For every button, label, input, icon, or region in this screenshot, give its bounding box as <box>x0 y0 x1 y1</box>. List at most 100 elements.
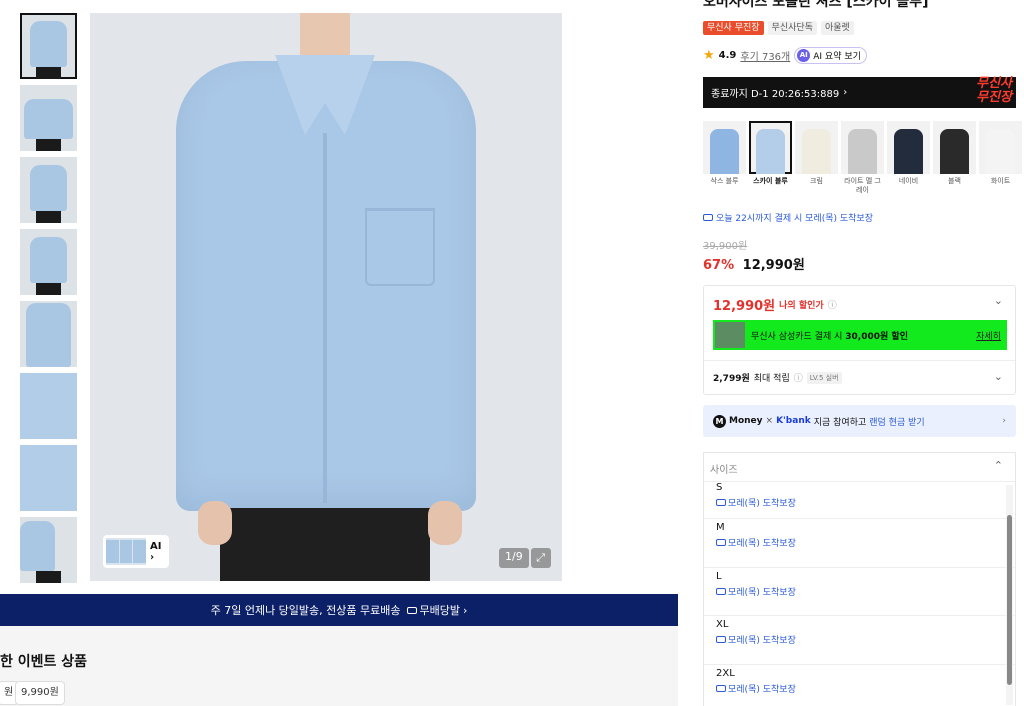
card-promo-text: 무신사 삼성카드 결제 시 <box>751 331 843 342</box>
thumbnail-4[interactable] <box>20 229 77 295</box>
size-option-delivery-text: 모레(목) 도착보장 <box>728 587 796 598</box>
event-section <box>0 626 678 706</box>
thumbnail-1[interactable] <box>20 13 77 79</box>
size-option[interactable]: XL 모레(목) 도착보장 <box>704 616 1015 665</box>
color-option-label: 크림 <box>810 177 823 185</box>
scrollbar[interactable] <box>1006 485 1013 705</box>
size-select: 사이즈 ⌃ S 모레(목) 도착보장 M 모레(목) 도착보장 L 모레(목) 도착보장 X… <box>703 452 1016 706</box>
truck-icon <box>716 587 726 595</box>
shipping-badge-label: 무배당발 <box>419 604 460 617</box>
thumbnail-3[interactable] <box>20 157 77 223</box>
event-price-chip-2[interactable]: 9,990원 <box>15 681 65 705</box>
size-option-name: L <box>716 570 722 582</box>
size-option-delivery-text: 모레(목) 도착보장 <box>728 684 796 695</box>
ai-summary-button[interactable]: AI AI 요약 보기 <box>794 47 867 64</box>
color-option-label: 삭스 블루 <box>710 177 739 185</box>
size-option-delivery: 모레(목) 도착보장 <box>716 496 1015 509</box>
kbank-promo-banner[interactable]: M Money × K'bank 지금 참여하고 랜덤 현금 받기 › <box>703 405 1016 437</box>
color-option-label: 라이트 멜 그레이 <box>844 177 881 194</box>
chevron-right-icon: › <box>1002 416 1006 426</box>
my-discount-price-row[interactable]: 12,990원 나의 할인가 ⓘ <box>713 295 837 314</box>
truck-icon <box>716 499 726 506</box>
sale-price-row: 67% 12,990원 <box>703 254 805 273</box>
money-icon: M <box>713 414 726 428</box>
chevron-down-icon[interactable]: ⌄ <box>994 370 1003 383</box>
color-option[interactable]: 스카이 블루 <box>749 121 792 195</box>
times-separator: × <box>765 416 774 426</box>
thumbnail-8[interactable] <box>20 517 77 583</box>
chevron-right-icon: › <box>150 551 155 563</box>
chevron-right-icon: › <box>843 87 848 98</box>
size-option-delivery: 모레(목) 도착보장 <box>716 585 1015 598</box>
color-option-label: 네이비 <box>898 177 919 185</box>
image-counter: 1/9 ⤢ <box>499 548 551 568</box>
size-select-header[interactable]: 사이즈 ⌃ <box>704 453 1015 482</box>
card-promo-more-link[interactable]: 자세히 <box>976 329 1001 342</box>
points-amount: 2,799원 <box>713 374 750 384</box>
thumbnail-7[interactable] <box>20 445 77 511</box>
ai-chip-label: AI <box>150 540 162 552</box>
size-option[interactable]: M 모레(목) 도착보장 <box>704 519 1015 568</box>
star-icon: ★ <box>703 48 715 63</box>
mujinjang-logo: 무신사 무진장 <box>976 76 1012 105</box>
chevron-up-icon: ⌃ <box>993 459 1003 472</box>
event-section-title: 한 이벤트 상품 <box>0 654 88 670</box>
info-icon[interactable]: ⓘ <box>794 371 803 384</box>
ai-view-chip[interactable]: AI › <box>103 535 169 568</box>
color-option[interactable]: 네이비 <box>887 121 930 195</box>
product-info-panel: 오버사이즈 포플린 셔츠 [스카이 블루] 무신사 무진장 무신사단독 아울렛 … <box>703 0 1022 706</box>
color-option[interactable]: 삭스 블루 <box>703 121 746 195</box>
color-option-image <box>795 121 838 174</box>
color-option-label: 스카이 블루 <box>753 177 788 185</box>
scrollbar-thumb[interactable] <box>1007 515 1012 685</box>
color-option[interactable]: 화이트 <box>979 121 1022 195</box>
size-option-name: XL <box>716 619 729 630</box>
original-price: 39,900원 <box>703 241 748 252</box>
size-option-name: 2XL <box>716 667 735 679</box>
thumbnail-2[interactable] <box>20 85 77 151</box>
ai-icon: AI <box>797 49 811 62</box>
color-option[interactable]: 크림 <box>795 121 838 195</box>
points-label: 최대 적립 <box>753 374 790 384</box>
thumbnail-6[interactable] <box>20 373 77 439</box>
kbank-logo: K'bank <box>776 416 811 426</box>
shipping-banner[interactable]: 주 7일 언제나 당일발송, 전상품 무료배송 무배당발 › <box>0 594 678 626</box>
size-option[interactable]: S 모레(목) 도착보장 <box>704 482 1015 519</box>
model-right-hand <box>428 501 462 545</box>
size-option-delivery: 모레(목) 도착보장 <box>716 682 1015 695</box>
color-option[interactable]: 블랙 <box>933 121 976 195</box>
size-option-list[interactable]: S 모레(목) 도착보장 M 모레(목) 도착보장 L 모레(목) 도착보장 XL 모레(목)… <box>704 482 1015 706</box>
size-option-name: M <box>716 522 725 533</box>
chevron-right-icon: › <box>462 603 468 617</box>
card-promo-amount: 30,000원 할인 <box>845 331 908 342</box>
kbank-text: 지금 참여하고 <box>813 417 867 428</box>
shirt-pocket <box>365 208 435 286</box>
rating-value: 4.9 <box>718 50 737 61</box>
sale-price: 12,990원 <box>742 258 805 273</box>
info-icon[interactable]: ⓘ <box>828 298 837 311</box>
badge-outlet: 아울렛 <box>820 21 854 35</box>
size-option-delivery: 모레(목) 도착보장 <box>716 633 1015 646</box>
expand-icon[interactable]: ⤢ <box>530 548 551 568</box>
main-product-image[interactable]: AI › 1/9 ⤢ <box>90 13 562 581</box>
card-promo-banner[interactable]: 무신사 삼성카드 결제 시 30,000원 할인 자세히 <box>713 320 1007 350</box>
kbank-link: 랜덤 현금 받기 <box>869 417 925 428</box>
size-option[interactable]: L 모레(목) 도착보장 <box>704 568 1015 616</box>
color-option-image <box>933 121 976 174</box>
sale-timer-banner[interactable]: 종료까지 D-1 20:26:53:889 › 무신사 무진장 <box>703 77 1016 108</box>
sale-timer-text: 종료까지 D-1 20:26:53:889 <box>711 89 840 100</box>
color-option[interactable]: 라이트 멜 그레이 <box>841 121 884 195</box>
product-page: AI › 1/9 ⤢ 주 7일 언제나 당일발송, 전상품 무료배송 무배당발 … <box>0 0 1024 706</box>
chevron-down-icon[interactable]: ⌄ <box>994 294 1003 307</box>
discount-percent: 67% <box>703 258 735 273</box>
discount-box: 12,990원 나의 할인가 ⓘ ⌄ 무신사 삼성카드 결제 시 30,000원… <box>703 285 1016 395</box>
delivery-guarantee: 오늘 22시까지 결제 시 모레(목) 도착보장 <box>703 211 873 224</box>
size-option[interactable]: 2XL 모레(목) 도착보장 <box>704 665 1015 706</box>
points-row[interactable]: 2,799원 최대 적립 ⓘ LV.5 실버 <box>713 371 842 384</box>
thumbnail-5[interactable] <box>20 301 77 367</box>
model-pants <box>220 508 430 581</box>
my-discount-label: 나의 할인가 <box>779 301 824 311</box>
ai-summary-label: AI 요약 보기 <box>813 52 861 62</box>
color-option-image <box>703 121 746 174</box>
review-count-link[interactable]: 후기 736개 <box>740 48 790 63</box>
